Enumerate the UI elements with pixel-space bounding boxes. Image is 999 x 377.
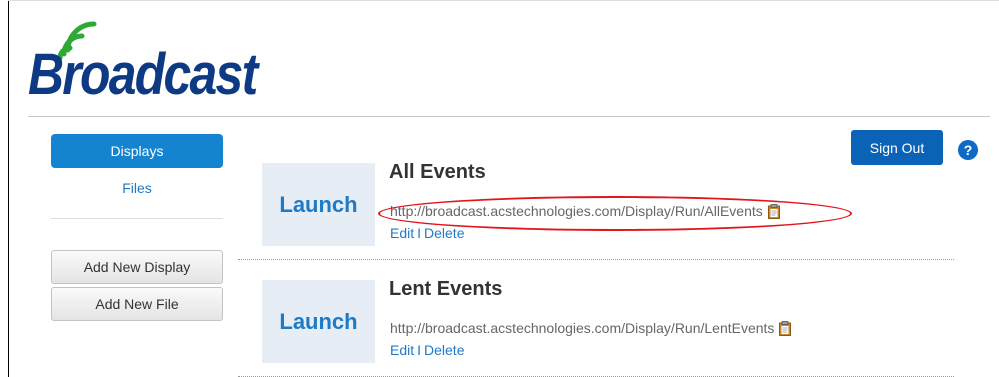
clipboard-icon[interactable] (779, 320, 792, 336)
sidebar-item-displays[interactable]: Displays (51, 134, 223, 168)
display-actions: Edit I Delete (390, 225, 464, 241)
add-new-file-button[interactable]: Add New File (51, 287, 223, 321)
action-separator: I (417, 225, 422, 241)
window-left-border (8, 0, 9, 377)
display-url: http://broadcast.acstechnologies.com/Dis… (390, 320, 792, 336)
url-highlight-annotation (378, 196, 852, 231)
edit-link[interactable]: Edit (390, 225, 414, 241)
display-title: All Events (389, 161, 486, 183)
logo-wordmark: Broadcast (28, 42, 258, 107)
help-icon[interactable]: ? (958, 140, 978, 160)
delete-link[interactable]: Delete (424, 342, 464, 358)
launch-button[interactable]: Launch (262, 163, 375, 246)
display-url-text: http://broadcast.acstechnologies.com/Dis… (390, 320, 775, 336)
window-top-border (8, 0, 999, 1)
delete-link[interactable]: Delete (424, 225, 464, 241)
display-title: Lent Events (389, 278, 503, 300)
header-divider (28, 116, 990, 117)
display-entry: Launch Lent Events http://broadcast.acst… (262, 278, 962, 377)
display-actions: Edit I Delete (390, 342, 464, 358)
sidebar-divider (51, 218, 223, 219)
sidebar-item-files[interactable]: Files (51, 180, 223, 196)
launch-button[interactable]: Launch (262, 280, 375, 363)
edit-link[interactable]: Edit (390, 342, 414, 358)
entry-divider (238, 259, 954, 260)
sign-out-button[interactable]: Sign Out (851, 130, 943, 165)
action-separator: I (417, 342, 422, 358)
broadcast-logo[interactable]: Broadcast (28, 20, 308, 112)
add-new-display-button[interactable]: Add New Display (51, 250, 223, 284)
